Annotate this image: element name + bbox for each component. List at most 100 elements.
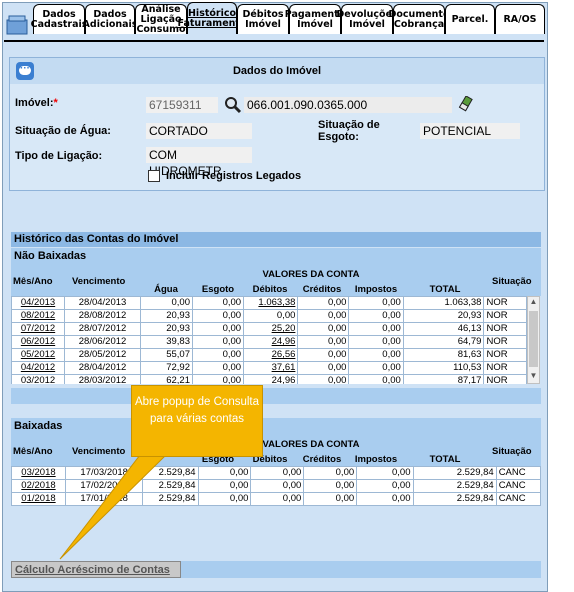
cell-venc: 28/04/2013 — [64, 296, 141, 310]
vertical-scrollbar[interactable]: ▲ ▼ — [527, 296, 540, 384]
imovel-label: Imóvel:* — [15, 97, 58, 109]
cell-sit: NOR — [483, 296, 527, 310]
incluir-legados-checkbox[interactable] — [148, 170, 160, 182]
cell-total: 20,93 — [402, 309, 485, 323]
cell-debitos[interactable]: 26,56 — [243, 348, 299, 362]
table-row: 08/2012 28/08/2012 20,93 0,00 0,00 0,00 0,00 20… — [11, 309, 527, 323]
cell-impostos: 0,00 — [348, 374, 404, 384]
scroll-down-icon[interactable]: ▼ — [528, 371, 539, 383]
callout-tooltip: Abre popup de Consulta para várias conta… — [131, 385, 263, 457]
eraser-icon[interactable] — [458, 96, 474, 112]
cell-creditos: 0,00 — [303, 479, 358, 493]
col-esgoto: Esgoto — [201, 284, 235, 295]
required-mark: * — [53, 97, 58, 109]
col-situacao: Situação — [492, 276, 532, 287]
cell-sit: CANC — [495, 466, 542, 480]
tab-debitos-imovel[interactable]: Débitos Imóvel — [237, 4, 289, 34]
imovel-input[interactable]: 67159311 — [146, 97, 218, 113]
cell-mes[interactable]: 08/2012 — [11, 309, 66, 323]
tab-documento-cobranca[interactable]: Documento Cobrança — [389, 4, 450, 34]
tabs-menu-icon[interactable] — [6, 14, 28, 36]
nao-baixadas-footer — [11, 388, 541, 404]
cell-mes[interactable]: 06/2012 — [11, 335, 66, 349]
cell-mes[interactable]: 04/2012 — [11, 361, 66, 375]
col-mes-ano: Mês/Ano — [13, 276, 53, 287]
cell-esgoto: 0,00 — [197, 466, 252, 480]
cell-esgoto: 0,00 — [191, 322, 245, 336]
cell-mes[interactable]: 04/2013 — [11, 296, 66, 310]
scroll-up-icon[interactable]: ▲ — [528, 297, 539, 309]
tab-devolucoes-imovel[interactable]: Devoluções Imóvel — [336, 4, 398, 34]
tab-dados-cadastrais[interactable]: Dados Cadastrais — [31, 4, 87, 34]
cell-venc: 28/07/2012 — [64, 322, 141, 336]
cell-agua: 0,00 — [140, 296, 193, 310]
col-creditos-b: Créditos — [302, 454, 342, 465]
tab-label: RA/OS — [503, 13, 537, 25]
cell-sit: NOR — [483, 348, 527, 362]
cell-sit: NOR — [483, 374, 527, 384]
col-agua: Água — [154, 284, 178, 295]
situacao-agua-value: CORTADO — [146, 123, 252, 139]
nao-baixadas-table-wrap: 04/2013 28/04/2013 0,00 0,00 1.063,38 0,00 0,0… — [11, 296, 527, 384]
cell-debitos: 0,00 — [250, 466, 305, 480]
col-impostos: Impostos — [354, 284, 398, 295]
table-row: 05/2012 28/05/2012 55,07 0,00 26,56 0,00 0,00 8… — [11, 348, 527, 362]
tab-dados-adicionais[interactable]: Dados Adicionais — [82, 4, 138, 34]
cell-sit: NOR — [483, 322, 527, 336]
situacao-agua-label: Situação de Água: — [15, 125, 111, 137]
search-icon[interactable] — [224, 96, 242, 114]
cell-total: 81,63 — [402, 348, 485, 362]
col-creditos: Créditos — [302, 284, 342, 295]
cell-creditos: 0,00 — [297, 309, 350, 323]
cell-venc: 28/08/2012 — [64, 309, 141, 323]
cell-mes[interactable]: 05/2012 — [11, 348, 66, 362]
cell-mes[interactable]: 03/2012 — [11, 374, 66, 384]
cell-mes[interactable]: 07/2012 — [11, 322, 66, 336]
calculo-acrescimo-link[interactable]: Cálculo Acréscimo de Contas — [11, 561, 181, 578]
cell-agua: 62,21 — [140, 374, 193, 384]
col-mes-ano-b: Mês/Ano — [13, 446, 53, 457]
cell-agua: 20,93 — [140, 322, 193, 336]
cell-esgoto: 0,00 — [191, 296, 245, 310]
cell-total: 2.529,84 — [412, 479, 497, 493]
tab-historico-faturamento[interactable]: Histórico Faturamento — [178, 2, 246, 34]
tab-label: Documento Cobrança — [388, 8, 450, 30]
tab-divider — [4, 40, 544, 42]
cell-debitos[interactable]: 25,20 — [243, 322, 299, 336]
nao-baixadas-table: 04/2013 28/04/2013 0,00 0,00 1.063,38 0,00 0,0… — [11, 296, 527, 384]
tab-ra-os[interactable]: RA/OS — [495, 4, 545, 34]
col-valores: VALORES DA CONTA — [262, 269, 360, 280]
cell-total: 46,13 — [402, 322, 485, 336]
cell-impostos: 0,00 — [356, 492, 414, 506]
cell-impostos: 0,00 — [356, 466, 414, 480]
tab-parcel[interactable]: Parcel. — [445, 4, 495, 34]
cell-sit: CANC — [495, 479, 542, 493]
cell-debitos[interactable]: 24,96 — [243, 374, 299, 384]
cell-agua: 55,07 — [140, 348, 193, 362]
cell-sit: NOR — [483, 335, 527, 349]
calc-bar — [181, 561, 541, 578]
cell-creditos: 0,00 — [297, 374, 350, 384]
cell-debitos[interactable]: 24,96 — [243, 335, 299, 349]
tab-label: Dados Adicionais — [82, 8, 138, 30]
tab-pagamento-imovel[interactable]: Pagamento Imóvel — [285, 4, 345, 34]
cell-impostos: 0,00 — [356, 479, 414, 493]
cell-venc: 28/03/2012 — [64, 374, 141, 384]
cell-venc: 28/05/2012 — [64, 348, 141, 362]
cell-agua: 20,93 — [140, 309, 193, 323]
cell-debitos: 0,00 — [250, 492, 305, 506]
table-row: 06/2012 28/06/2012 39,83 0,00 24,96 0,00 0,00 6… — [11, 335, 527, 349]
cell-creditos: 0,00 — [297, 296, 350, 310]
col-debitos: Débitos — [252, 284, 288, 295]
col-total: TOTAL — [429, 284, 461, 295]
cell-esgoto: 0,00 — [191, 361, 245, 375]
cell-creditos: 0,00 — [297, 335, 350, 349]
scroll-thumb[interactable] — [529, 311, 538, 367]
cell-debitos[interactable]: 37,61 — [243, 361, 299, 375]
table-row: 04/2013 28/04/2013 0,00 0,00 1.063,38 0,00 0,0… — [11, 296, 527, 310]
cell-agua: 39,83 — [140, 335, 193, 349]
tab-label: Débitos Imóvel — [242, 8, 284, 30]
cell-debitos[interactable]: 1.063,38 — [243, 296, 299, 310]
cell-venc: 28/06/2012 — [64, 335, 141, 349]
tipo-ligacao-value: COM HIDROMETR — [146, 147, 252, 178]
